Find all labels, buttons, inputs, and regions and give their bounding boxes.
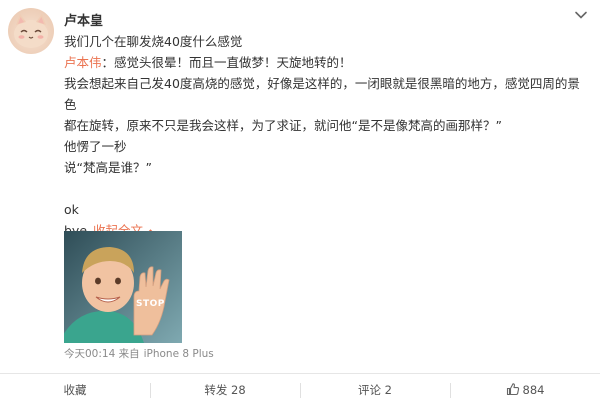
- stop-stamp-text: STOP: [136, 299, 165, 309]
- post-text-line: ok: [64, 202, 79, 217]
- comment-button[interactable]: 评论 2: [300, 374, 450, 407]
- post-image[interactable]: STOP: [64, 231, 182, 343]
- mentioned-user[interactable]: 卢本伟: [64, 55, 102, 70]
- boy-stop-photo: [64, 231, 182, 343]
- post-text-line: 我们几个在聊发烧40度什么感觉: [64, 34, 243, 49]
- quoted-line: 卢本伟：感觉头很晕！而且一直做梦！天旋地转的！: [64, 52, 590, 73]
- post-timestamp: 今天00:14 来自: [64, 348, 140, 360]
- collect-button[interactable]: 收藏: [0, 374, 150, 407]
- chevron-down-icon[interactable]: [574, 8, 588, 22]
- thumbs-up-icon: [506, 383, 519, 396]
- weibo-post-card: 卢本皇 我们几个在聊发烧40度什么感觉 卢本伟：感觉头很晕！而且一直做梦！天旋地…: [0, 0, 600, 409]
- like-count: 884: [522, 383, 545, 397]
- post-device[interactable]: iPhone 8 Plus: [144, 348, 214, 360]
- avatar-cat-illustration: [14, 14, 48, 48]
- post-meta: 今天00:14 来自 iPhone 8 Plus: [64, 346, 214, 361]
- quoted-text: ：感觉头很晕！而且一直做梦！天旋地转的！: [101, 55, 352, 70]
- post-text-line: 都在旋转，原来不只是我会这样，为了求证，就问他“是不是像梵高的画那样？”: [64, 118, 502, 133]
- author-name[interactable]: 卢本皇: [64, 10, 103, 29]
- avatar[interactable]: [8, 8, 54, 54]
- post-text-line: 我会想起来自己发40度高烧的感觉，好像是这样的，一闭眼就是很黑暗的地方，感觉四周…: [64, 76, 580, 112]
- action-bar: 收藏 转发 28 评论 2 884: [0, 373, 600, 407]
- post-content: 我们几个在聊发烧40度什么感觉 卢本伟：感觉头很晕！而且一直做梦！天旋地转的！ …: [64, 31, 590, 241]
- like-button[interactable]: 884: [450, 374, 600, 407]
- comment-label: 评论 2: [358, 383, 392, 397]
- repost-label: 转发 28: [204, 383, 246, 397]
- post-text-line: 说“梵高是谁？”: [64, 160, 152, 175]
- repost-button[interactable]: 转发 28: [150, 374, 300, 407]
- collect-label: 收藏: [63, 383, 87, 397]
- post-text-line: 他愣了一秒: [64, 139, 127, 154]
